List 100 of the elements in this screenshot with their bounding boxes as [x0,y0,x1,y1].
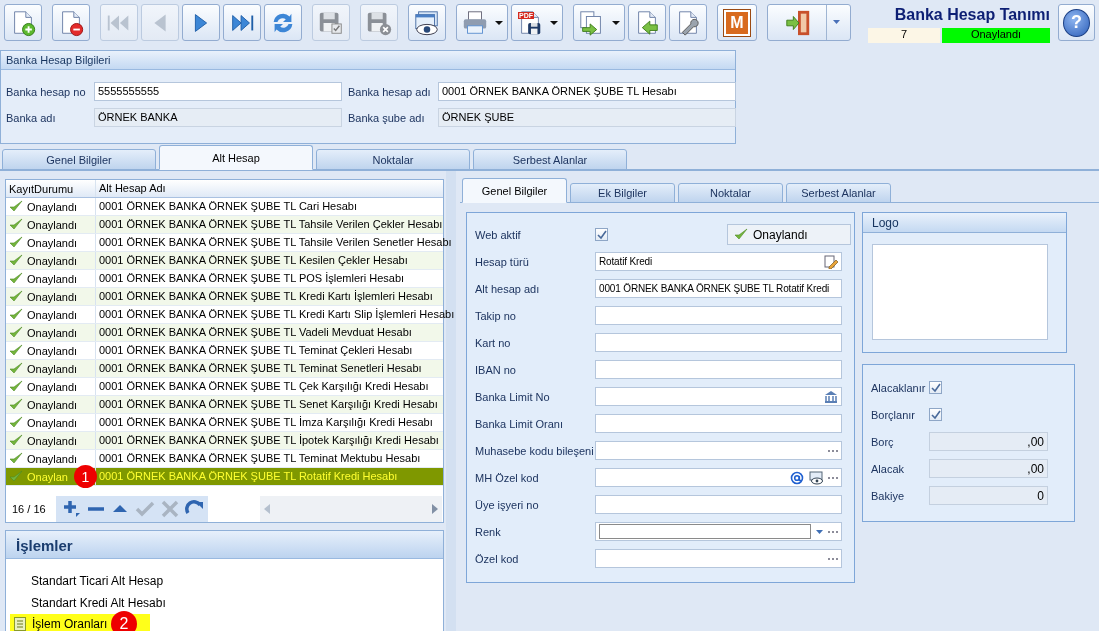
delete-button[interactable] [52,4,90,41]
print-button[interactable] [456,4,508,41]
field-label: Muhasebe kodu bileşeni [475,444,595,457]
new-button[interactable] [4,4,42,41]
window-eye-icon [809,470,823,485]
table-cell-text: 0001 ÖRNEK BANKA ÖRNEK ŞUBE TL Tahsile Verilen Senetler Hesabı [98,235,453,250]
tab[interactable]: Noktalar [316,149,470,170]
input-field[interactable] [595,414,842,433]
tab[interactable]: Ek Bilgiler [570,183,675,203]
table-cell-text: 0001 ÖRNEK BANKA ÖRNEK ŞUBE TL Rotatif Kredi Hesabı [98,469,399,484]
panel-title: Logo [863,213,1066,233]
input-field[interactable] [595,387,842,406]
table-cell-text: 0001 ÖRNEK BANKA ÖRNEK ŞUBE TL POS İşlemleri Hesabı [98,271,406,286]
checkbox[interactable] [929,408,942,421]
input-field[interactable] [595,468,842,487]
input-field[interactable]: 0001 ÖRNEK BANKA ÖRNEK ŞUBE TL Hesabı [438,82,736,101]
tab[interactable]: Alt Hesap [159,145,313,170]
table-row[interactable]: Onaylandı 0001 ÖRNEK BANKA ÖRNEK ŞUBE TL İpotek Karşılığı Kredi Hesabı [6,432,443,450]
record-counter: 16 / 16 [11,502,47,515]
refresh-button[interactable] [264,4,302,41]
checkbox[interactable] [929,381,942,394]
table-row[interactable]: Onaylandı 0001 ÖRNEK BANKA ÖRNEK ŞUBE TL Tahsile Verilen Çekler Hesabı [6,216,443,234]
input-field[interactable] [595,441,842,460]
page-title: Banka Hesap Tanımı [894,6,1050,25]
color-picker[interactable] [595,522,842,541]
door-arrow-icon [784,8,812,37]
action-item[interactable]: Standart Ticari Alt Hesap [10,569,164,590]
tab[interactable]: Serbest Alanlar [473,149,627,170]
tab[interactable]: Genel Bilgiler [462,178,567,203]
check-icon [9,200,23,213]
field-label: Takip no [475,309,517,322]
exit-button[interactable] [767,4,851,41]
status-text: Onaylandı [27,308,78,321]
input-field[interactable] [595,360,842,379]
arrow-right-icon [432,503,438,514]
check-icon [9,434,23,447]
input-field[interactable]: Rotatif Kredi [595,252,842,271]
preview-button[interactable] [408,4,446,41]
field-label: Borçlanır [871,408,917,421]
table-cell-text: 0001 ÖRNEK BANKA ÖRNEK ŞUBE TL Teminat Çekleri Hesabı [98,343,414,358]
input-field[interactable]: 5555555555 [94,82,342,101]
field-label: Üye işyeri no [475,498,540,511]
table-cell-text: 0001 ÖRNEK BANKA ÖRNEK ŞUBE TL İpotek Karşılığı Kredi Hesabı [98,433,440,448]
table-row[interactable]: Onaylan 1 0001 ÖRNEK BANKA ÖRNEK ŞUBE TL Rotatif Kredi Hesabı [6,468,443,486]
plus-icon [62,498,82,519]
table-cell-text: 0001 ÖRNEK BANKA ÖRNEK ŞUBE TL Vadeli Mevduat Hesabı [98,325,413,340]
tab[interactable]: Genel Bilgiler [2,149,156,170]
panel-title: Banka Hesap Bilgileri [1,51,735,70]
module-button[interactable]: M [717,4,757,41]
table-cell-text: 0001 ÖRNEK BANKA ÖRNEK ŞUBE TL Kredi Kartı Slip İşlemleri Hesabı [98,307,456,322]
input-field[interactable] [595,306,842,325]
field-label: Banka Limit Oranı [475,417,565,430]
status-text: Onaylan [27,470,68,483]
field-label: Banka şube adı [348,111,426,124]
status-text: Onaylandı [27,362,78,375]
horizontal-scrollbar[interactable] [260,495,442,522]
caret-icon [550,20,558,25]
status-text: Onaylandı [27,380,78,393]
last-button[interactable] [223,4,261,41]
field-label: Alacaklanır [871,381,927,394]
field-label: Bakiye [871,489,906,502]
check-icon [9,272,23,285]
minus-icon [87,506,105,511]
import-button[interactable] [628,4,666,41]
next-button[interactable] [182,4,220,41]
export-button[interactable] [573,4,625,41]
table-row[interactable]: Onaylandı 0001 ÖRNEK BANKA ÖRNEK ŞUBE TL Kredi Kartı İşlemleri Hesabı [6,288,443,306]
table-row[interactable]: Onaylandı 0001 ÖRNEK BANKA ÖRNEK ŞUBE TL Teminat Senetleri Hesabı [6,360,443,378]
column-header: KayıtDurumu [6,180,96,197]
bank-icon [824,389,838,404]
check-icon [9,290,23,303]
action-item[interactable]: Standart Kredi Alt Hesabı [10,591,166,612]
table-cell-text: 0001 ÖRNEK BANKA ÖRNEK ŞUBE TL Kesilen Çekler Hesabı [98,253,409,268]
input-field[interactable]: 0001 ÖRNEK BANKA ÖRNEK ŞUBE TL Rotatif Kredi [595,279,842,298]
add-button[interactable] [62,498,82,519]
status-text: Onaylandı [27,434,78,447]
action-item[interactable]: İşlem Oranları 2 [10,614,150,631]
field-label: Borç [871,435,895,448]
status-text: Onaylandı [27,326,78,339]
caret-icon [816,529,823,534]
input-field[interactable] [595,333,842,352]
tab[interactable]: Noktalar [678,183,783,203]
status-text: Onaylandı [27,452,78,465]
input-field[interactable] [595,549,842,568]
tools-button[interactable] [669,4,707,41]
table-row[interactable]: Onaylandı 0001 ÖRNEK BANKA ÖRNEK ŞUBE TL Kesilen Çekler Hesabı [6,252,443,270]
readonly-field: ÖRNEK ŞUBE [438,108,736,127]
field-label: Banka hesap no [6,85,87,98]
tab[interactable]: Serbest Alanlar [786,183,891,203]
checkbox[interactable] [595,228,608,241]
check-icon [9,380,23,393]
ellipsis-icon [828,449,838,452]
at-sign-icon [790,470,804,485]
table-row[interactable]: Onaylandı 0001 ÖRNEK BANKA ÖRNEK ŞUBE TL Senet Karşılığı Kredi Hesabı [6,396,443,414]
field-label: Özel kod [475,552,520,565]
input-field[interactable] [595,495,842,514]
field-label: Hesap türü [475,255,530,268]
table-row[interactable]: Onaylandı 0001 ÖRNEK BANKA ÖRNEK ŞUBE TL Vadeli Mevduat Hesabı [6,324,443,342]
check-icon [9,416,23,429]
field-label: Banka hesap adı [348,85,432,98]
